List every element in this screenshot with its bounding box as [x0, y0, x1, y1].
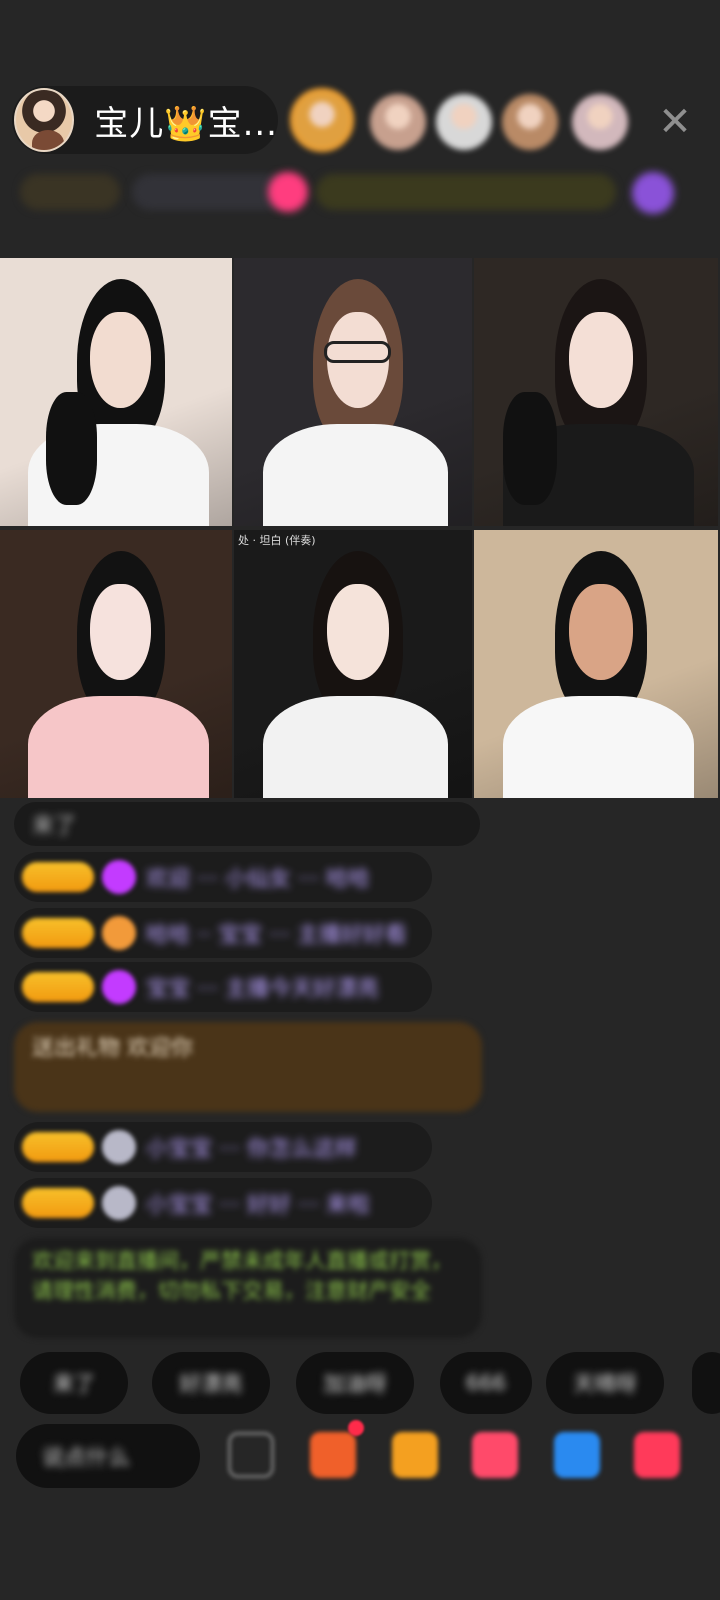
quick-reply-label: 天晴呀 — [573, 1372, 637, 1396]
status-chips-row — [20, 168, 700, 216]
chat-message[interactable]: 欢迎 ··· 小仙女 ··· 哈哈 — [14, 852, 432, 902]
comment-input-placeholder: 说点什么 — [42, 1446, 131, 1471]
pk-icon[interactable] — [472, 1432, 518, 1478]
level-badge — [22, 862, 94, 892]
host-avatar[interactable] — [14, 88, 75, 152]
host-info-pill[interactable]: 宝儿👑宝... — [12, 86, 278, 154]
fan-message-text: 送出礼物 欢迎你 — [32, 1036, 193, 1061]
chat-message-text: 宝宝 ··· 主播今天好漂亮 — [146, 977, 379, 1002]
game-icon[interactable] — [554, 1432, 600, 1478]
level-badge — [22, 918, 94, 948]
viewer-avatar[interactable] — [370, 94, 426, 150]
guest-tile-5[interactable]: 处 · 坦白 (伴奏) — [234, 530, 472, 798]
viewer-avatar[interactable] — [572, 94, 628, 150]
guest-tile-3[interactable] — [474, 258, 718, 526]
level-badge — [22, 1132, 94, 1162]
user-level-icon — [102, 970, 136, 1004]
level-badge — [22, 1188, 94, 1218]
user-level-icon — [102, 860, 136, 894]
chat-message[interactable]: 哈哈 ·· 宝宝 ··· 主播好好看 — [14, 908, 432, 958]
level-badge — [22, 972, 94, 1002]
user-level-icon — [102, 1186, 136, 1220]
quick-reply-label: 好漂亮 — [179, 1372, 243, 1396]
chat-message-text: 来了 — [32, 814, 77, 839]
viewer-avatar[interactable] — [436, 94, 492, 150]
viewer-avatar[interactable] — [502, 94, 558, 150]
microphone — [503, 392, 557, 505]
guest-tile-6[interactable] — [474, 530, 718, 798]
chat-message-text: 小宝宝 ··· 好好 ··· 来啦 — [146, 1193, 370, 1218]
user-level-icon — [102, 1130, 136, 1164]
close-icon[interactable]: ✕ — [655, 102, 695, 142]
level-chip[interactable] — [20, 174, 120, 210]
comment-input[interactable]: 说点什么 — [16, 1424, 200, 1488]
rank-icon[interactable] — [268, 172, 308, 212]
quick-reply-button[interactable] — [692, 1352, 720, 1414]
person-face — [90, 311, 151, 409]
guest-tile-4[interactable] — [0, 530, 232, 798]
chat-message[interactable]: 小宝宝 ··· 你怎么这样 — [14, 1122, 432, 1172]
quick-reply-button[interactable]: 来了 — [20, 1352, 128, 1414]
chat-message[interactable]: 小宝宝 ··· 好好 ··· 来啦 — [14, 1178, 432, 1228]
fan-club-message: 送出礼物 欢迎你 — [14, 1022, 482, 1112]
person-body — [262, 696, 449, 798]
person-face — [326, 583, 389, 681]
quick-reply-label: 666 — [465, 1371, 507, 1395]
chat-message-text: 欢迎 ··· 小仙女 ··· 哈哈 — [146, 867, 370, 892]
quick-reply-button[interactable]: 天晴呀 — [546, 1352, 664, 1414]
person-body — [27, 696, 209, 798]
fan-club-icon[interactable] — [632, 172, 674, 214]
viewer-avatar[interactable] — [290, 88, 354, 152]
quick-reply-label: 加油呀 — [323, 1372, 387, 1396]
activity-icon[interactable] — [634, 1432, 680, 1478]
guest-tile-1[interactable] — [0, 258, 232, 526]
treasure-icon[interactable] — [392, 1432, 438, 1478]
chat-message[interactable]: 宝宝 ··· 主播今天好漂亮 — [14, 962, 432, 1012]
quick-reply-button[interactable]: 加油呀 — [296, 1352, 414, 1414]
person-body — [262, 424, 449, 526]
chat-message[interactable]: 来了 — [14, 802, 480, 846]
user-level-icon — [102, 916, 136, 950]
chat-message-text: 哈哈 ·· 宝宝 ··· 主播好好看 — [146, 923, 407, 948]
system-notice: 欢迎来到直播间，严禁未成年人直播或打赏，请理性消费，切勿私下交易，注意财产安全 — [14, 1238, 482, 1338]
system-notice-text: 欢迎来到直播间，严禁未成年人直播或打赏，请理性消费，切勿私下交易，注意财产安全 — [32, 1249, 452, 1303]
song-caption: 处 · 坦白 (伴奏) — [238, 534, 316, 547]
quick-reply-label: 来了 — [53, 1372, 95, 1396]
notification-dot — [348, 1420, 364, 1436]
chat-message-text: 小宝宝 ··· 你怎么这样 — [146, 1137, 357, 1162]
person-face — [569, 311, 633, 409]
person-face — [569, 583, 633, 681]
host-name: 宝儿👑宝... — [94, 103, 278, 144]
quick-reply-button[interactable]: 好漂亮 — [152, 1352, 270, 1414]
guest-tile-2[interactable] — [234, 258, 472, 526]
hour-rank-chip[interactable] — [316, 174, 616, 210]
more-icon[interactable] — [228, 1432, 274, 1478]
microphone — [46, 392, 98, 505]
quick-reply-button[interactable]: 666 — [440, 1352, 532, 1414]
person-face — [90, 583, 151, 681]
glasses — [324, 341, 392, 363]
gift-box-icon[interactable] — [310, 1432, 356, 1478]
person-body — [503, 696, 694, 798]
